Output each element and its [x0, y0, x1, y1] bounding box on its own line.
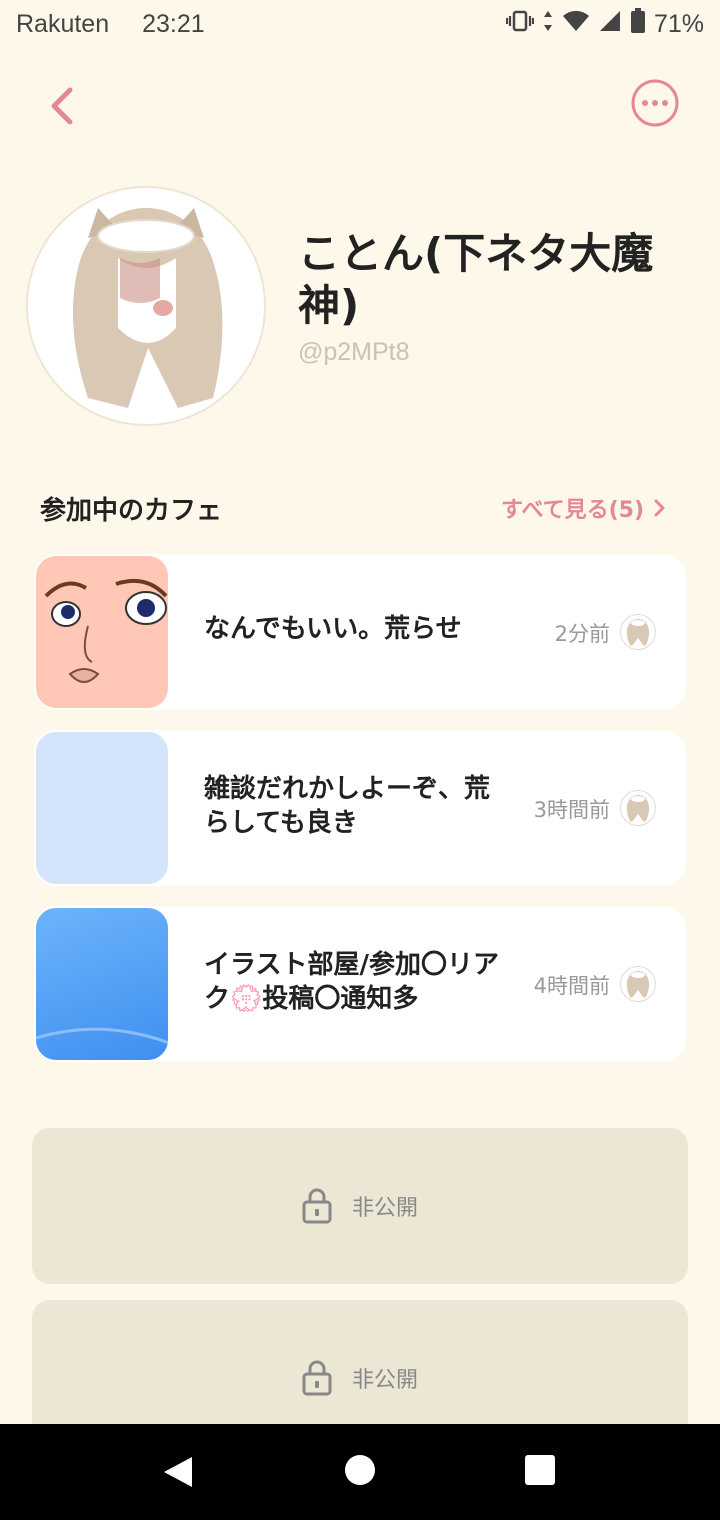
status-bar-left: Rakuten 23:21 [16, 10, 205, 39]
nav-recents-button[interactable] [524, 1454, 556, 1490]
lock-icon [302, 1188, 332, 1224]
status-bar-right: 71% [505, 8, 704, 41]
square-recents-icon [525, 1455, 555, 1485]
circle-home-icon [345, 1455, 375, 1485]
wifi-icon [562, 9, 590, 40]
triangle-back-icon [164, 1457, 192, 1487]
nav-back-button[interactable] [160, 1454, 196, 1494]
back-button[interactable] [40, 82, 88, 130]
chevron-right-icon [654, 499, 665, 517]
see-all-label: すべて見る(5) [501, 498, 644, 523]
see-all-link[interactable]: すべて見る(5) [501, 492, 668, 524]
battery-percent: 71% [653, 10, 704, 38]
avatar [620, 790, 656, 826]
cafe-time: 2分前 [554, 622, 610, 646]
navigation-bar [0, 1424, 720, 1520]
carrier-label: Rakuten [16, 10, 110, 38]
cafe-card[interactable]: イラスト部屋/参加〇リアク💮投稿〇通知多 4時間前 [34, 906, 686, 1062]
status-bar: Rakuten 23:21 71% [0, 0, 720, 52]
more-horizontal-icon [631, 79, 679, 127]
cafe-title: イラスト部屋/参加〇リアク💮投稿〇通知多 [204, 950, 499, 1014]
cafe-time: 4時間前 [533, 974, 610, 998]
private-label: 非公開 [351, 1368, 418, 1393]
more-button[interactable] [630, 78, 680, 128]
chevron-left-icon [51, 87, 73, 125]
nav-home-button[interactable] [344, 1454, 376, 1490]
cafe-thumbnail [34, 730, 170, 886]
lock-icon [302, 1360, 332, 1396]
avatar [620, 966, 656, 1002]
cafe-title: なんでもいい。荒らせ [204, 614, 462, 644]
data-arrows-icon [542, 9, 554, 40]
cafe-time: 3時間前 [533, 798, 610, 822]
signal-icon [598, 9, 622, 40]
cafe-card[interactable]: 雑談だれかしよーぞ、荒らしても良き 3時間前 [34, 730, 686, 886]
cafe-card[interactable]: なんでもいい。荒らせ 2分前 [34, 554, 686, 710]
clock: 23:21 [142, 10, 205, 38]
avatar[interactable] [26, 186, 266, 426]
avatar [620, 614, 656, 650]
vibrate-icon [505, 9, 535, 40]
private-cafe-card: 非公開 [32, 1128, 688, 1284]
profile-user-id: @p2MPt8 [298, 338, 410, 366]
profile-name: ことん(下ネタ大魔神) [298, 229, 654, 330]
cafe-title: 雑談だれかしよーぞ、荒らしても良き [204, 774, 491, 838]
battery-icon [630, 8, 646, 41]
cafe-thumbnail [34, 906, 170, 1062]
private-label: 非公開 [351, 1196, 418, 1221]
section-title-cafes: 参加中のカフェ [40, 496, 223, 526]
cafe-thumbnail [34, 554, 170, 710]
